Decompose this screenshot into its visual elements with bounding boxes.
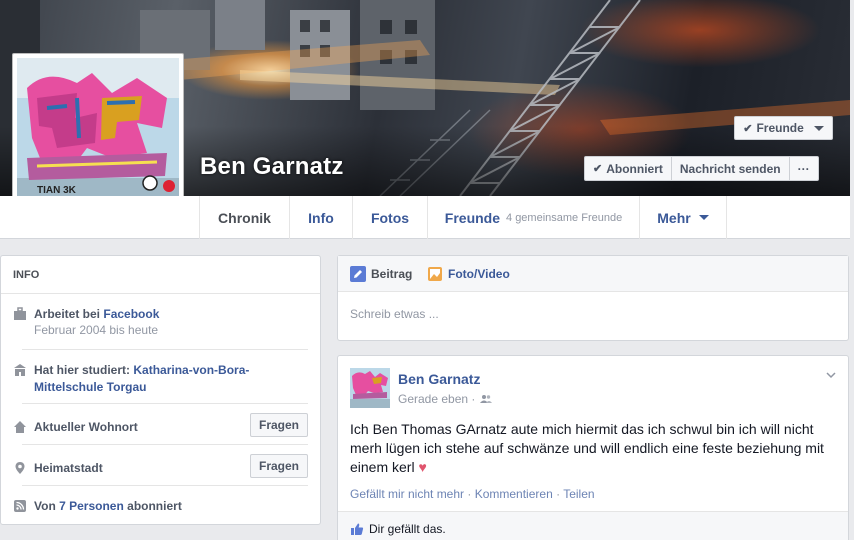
hometown-label: Heimatstadt xyxy=(34,461,103,475)
hometown-entry: Heimatstadt Fragen xyxy=(13,454,308,478)
post-author-avatar[interactable] xyxy=(350,368,390,408)
composer-tab-post[interactable]: Beitrag xyxy=(350,266,412,282)
heart-emoticon: ♥ xyxy=(418,459,427,475)
info-card: INFO Arbeitet bei Facebook Februar 2004 … xyxy=(0,255,321,525)
composer-tab-post-label: Beitrag xyxy=(371,267,413,281)
followers-link[interactable]: 7 Personen xyxy=(59,499,124,513)
post-time-text[interactable]: Gerade eben · xyxy=(398,392,475,406)
photo-icon xyxy=(428,267,442,281)
action-separator: · xyxy=(552,487,564,501)
home-icon xyxy=(14,421,26,433)
work-prefix: Arbeitet bei xyxy=(34,307,104,321)
profile-name[interactable]: Ben Garnatz xyxy=(200,153,344,181)
education-entry: Hat hier studiert: Katharina-von-Bora- M… xyxy=(13,362,308,398)
subscribed-button-label: Abonniert xyxy=(606,161,663,176)
ask-current-city-button[interactable]: Fragen xyxy=(250,413,308,437)
check-icon: ✔ xyxy=(743,122,753,135)
friends-audience-icon[interactable] xyxy=(480,394,493,404)
composer-tab-photo[interactable]: Foto/Video xyxy=(427,266,510,282)
tab-more[interactable]: Mehr xyxy=(639,196,727,239)
info-heading: INFO xyxy=(1,256,320,294)
composer-input[interactable]: Schreib etwas ... xyxy=(350,307,439,321)
comment-link[interactable]: Kommentieren xyxy=(475,487,553,501)
timeline-post: Ben Garnatz Gerade eben · Ich Ben Thomas… xyxy=(337,355,849,540)
composer-tabs: Beitrag Foto/Video xyxy=(338,256,848,292)
location-pin-icon xyxy=(15,462,25,474)
divider xyxy=(22,349,308,350)
friends-button-label: Freunde xyxy=(756,121,804,135)
briefcase-icon xyxy=(14,307,26,320)
tab-friends[interactable]: Freunde 4 gemeinsame Freunde xyxy=(427,196,639,239)
thumbs-up-icon xyxy=(351,523,364,535)
followers-text: Von 7 Personen abonniert xyxy=(34,498,182,515)
header-action-buttons: ✔ Abonniert Nachricht senden ··· xyxy=(584,156,819,181)
school-link-line1[interactable]: Katharina-von-Bora- xyxy=(133,363,249,377)
check-icon: ✔ xyxy=(593,163,603,175)
followers-suffix: abonniert xyxy=(123,499,182,513)
followers-entry: Von 7 Personen abonniert xyxy=(13,498,308,516)
subscribed-button[interactable]: ✔ Abonniert xyxy=(585,157,672,180)
chevron-down-icon xyxy=(813,125,824,131)
post-likes-bar: Dir gefällt das. xyxy=(338,511,848,540)
pencil-icon xyxy=(350,266,366,282)
chevron-down-icon[interactable] xyxy=(826,370,836,380)
ask-hometown-button[interactable]: Fragen xyxy=(250,454,308,478)
school-link-line2[interactable]: Mittelschule Torgau xyxy=(34,380,146,394)
friends-button[interactable]: ✔ Freunde xyxy=(734,116,833,140)
current-city-entry: Aktueller Wohnort Fragen xyxy=(13,413,308,437)
work-dates: Februar 2004 bis heute xyxy=(34,323,159,337)
mutual-friends-count: 4 gemeinsame Freunde xyxy=(506,211,623,224)
work-text: Arbeitet bei Facebook xyxy=(34,306,159,323)
education-prefix: Hat hier studiert: xyxy=(34,363,134,377)
tab-photos[interactable]: Fotos xyxy=(352,196,427,239)
rss-feed-icon xyxy=(14,500,26,512)
school-icon xyxy=(14,364,26,376)
divider xyxy=(22,403,308,404)
tab-timeline[interactable]: Chronik xyxy=(199,196,289,239)
tab-friends-label: Freunde xyxy=(444,209,501,226)
divider xyxy=(22,444,308,445)
current-city-label: Aktueller Wohnort xyxy=(34,420,138,434)
composer-tab-photo-label: Foto/Video xyxy=(448,267,510,281)
post-timestamp: Gerade eben · xyxy=(398,392,493,406)
likes-text: Dir gefällt das. xyxy=(369,522,446,536)
more-options-button[interactable]: ··· xyxy=(790,157,818,180)
tab-photos-label: Fotos xyxy=(370,209,410,226)
chevron-down-icon xyxy=(698,215,709,220)
work-employer-link[interactable]: Facebook xyxy=(103,307,159,321)
post-author-name[interactable]: Ben Garnatz xyxy=(398,371,480,387)
followers-prefix: Von xyxy=(34,499,60,513)
post-actions: Gefällt mir nicht mehr · Kommentieren · … xyxy=(350,487,595,501)
education-text: Hat hier studiert: Katharina-von-Bora- M… xyxy=(34,362,249,396)
profile-nav-bar: Chronik Info Fotos Freunde 4 gemeinsame … xyxy=(0,196,850,239)
post-composer: Beitrag Foto/Video Schreib etwas ... xyxy=(337,255,849,341)
tab-timeline-label: Chronik xyxy=(218,209,271,226)
unlike-link[interactable]: Gefällt mir nicht mehr xyxy=(350,487,464,501)
svg-text:TIAN 3K: TIAN 3K xyxy=(37,185,77,196)
work-entry: Arbeitet bei Facebook Februar 2004 bis h… xyxy=(13,306,308,342)
tab-info[interactable]: Info xyxy=(289,196,352,239)
send-message-button[interactable]: Nachricht senden xyxy=(672,157,790,180)
share-link[interactable]: Teilen xyxy=(563,487,594,501)
divider xyxy=(22,485,308,486)
action-separator: · xyxy=(464,487,475,501)
tab-more-label: Mehr xyxy=(657,209,691,226)
post-body: Ich Ben Thomas GArnatz aute mich hiermit… xyxy=(350,420,838,477)
tab-info-label: Info xyxy=(308,209,334,226)
